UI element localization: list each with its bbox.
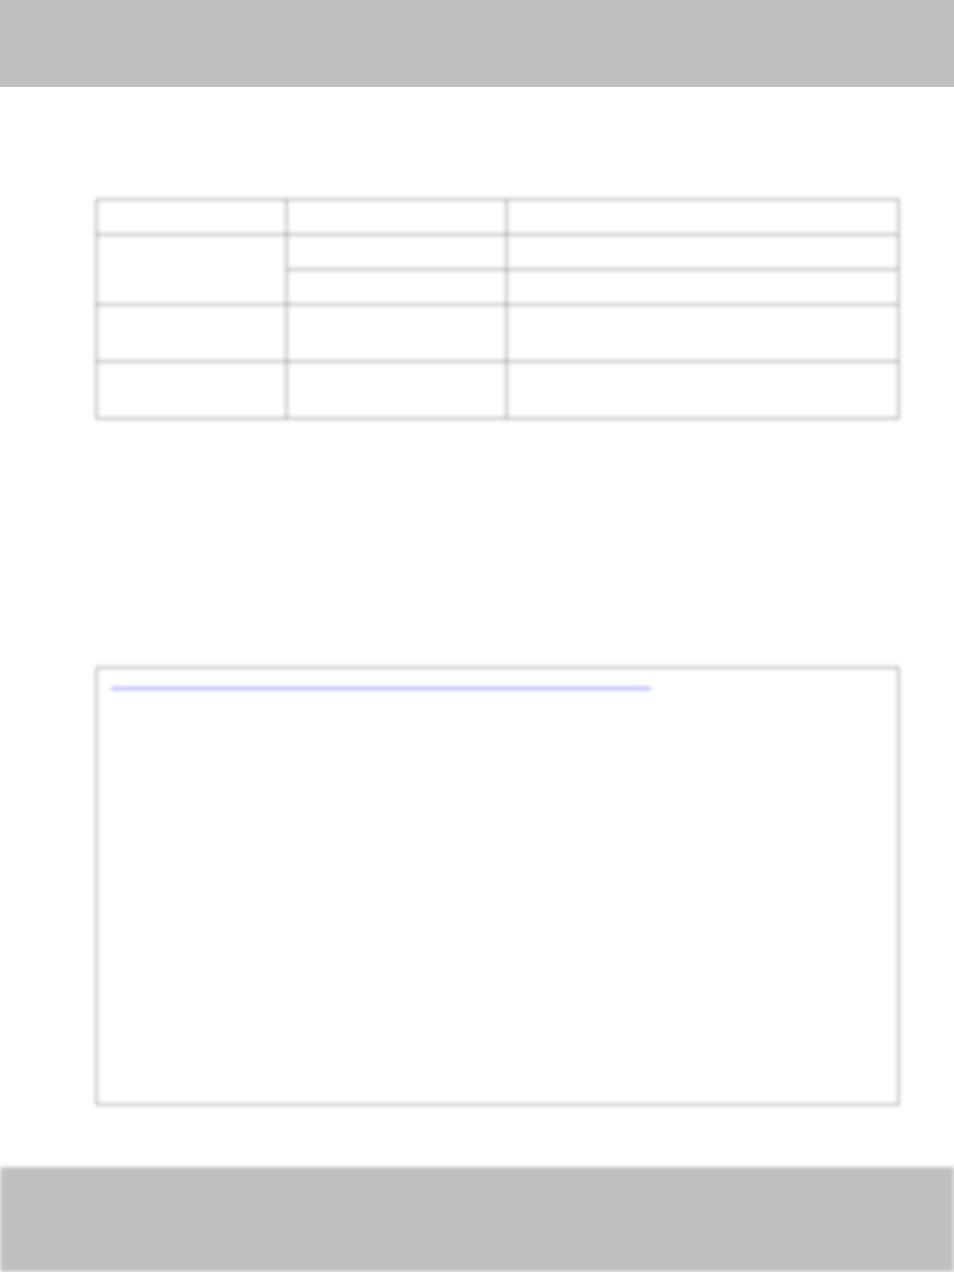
table-cell (287, 270, 507, 305)
table-cell (287, 235, 507, 270)
table-cell (287, 362, 507, 419)
hyperlink[interactable] (111, 674, 651, 689)
table-cell (97, 362, 287, 419)
table-cell (507, 200, 899, 235)
table-cell (97, 305, 287, 362)
table-cell (287, 305, 507, 362)
page-header (0, 0, 954, 87)
content-box (96, 667, 899, 1105)
table-cell (507, 235, 899, 270)
table-cell (97, 235, 287, 305)
table-cell (507, 270, 899, 305)
spec-table (96, 199, 899, 419)
table-cell (287, 200, 507, 235)
page-footer (0, 1167, 954, 1272)
table-row (97, 200, 899, 235)
table-row (97, 362, 899, 419)
table-row (97, 305, 899, 362)
table-row (97, 235, 899, 270)
table-cell (97, 200, 287, 235)
table-cell (507, 305, 899, 362)
table-cell (507, 362, 899, 419)
